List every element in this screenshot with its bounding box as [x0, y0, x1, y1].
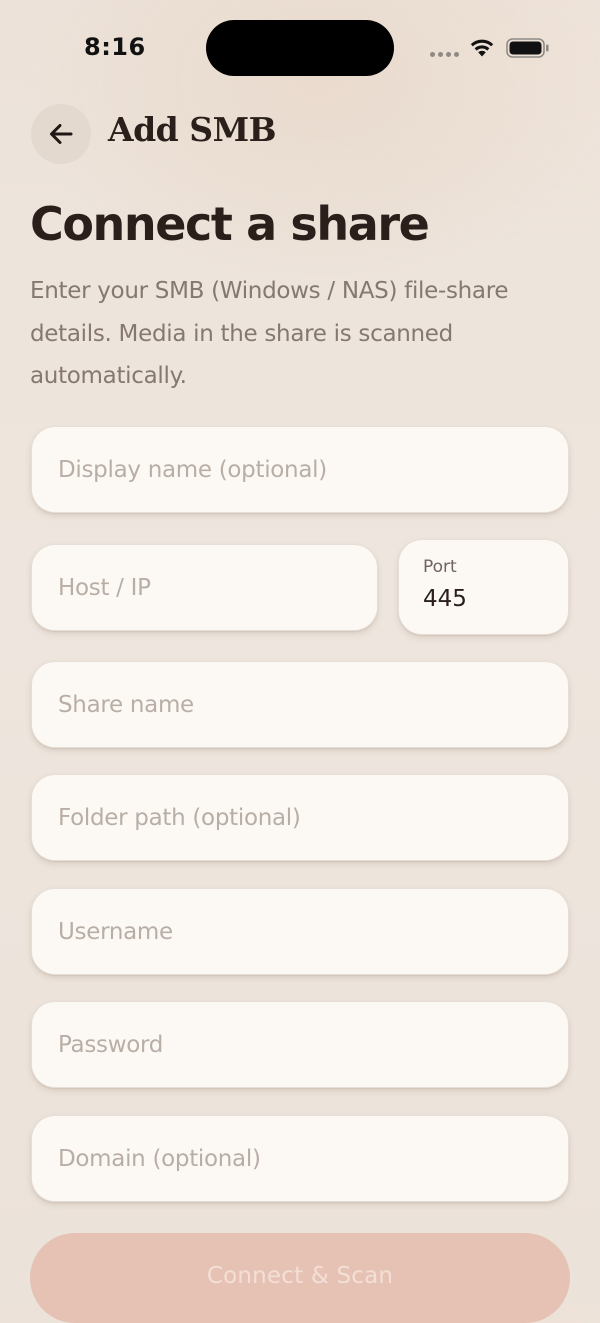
page-description: Enter your SMB (Windows / NAS) file-shar…	[30, 278, 509, 389]
domain-field[interactable]	[31, 1115, 569, 1202]
arrow-left-icon	[50, 124, 73, 144]
share-name-input[interactable]	[32, 662, 568, 747]
display-name-input[interactable]	[32, 427, 568, 512]
dynamic-island	[206, 20, 394, 76]
status-time: 8:16	[84, 33, 146, 61]
wifi-icon	[470, 39, 494, 57]
status-bar: 8:16	[0, 0, 600, 96]
host-field[interactable]	[31, 544, 378, 631]
folder-path-input[interactable]	[32, 775, 568, 860]
username-input[interactable]	[32, 889, 568, 974]
signal-dots-icon	[430, 52, 460, 58]
port-label: Port	[423, 557, 457, 577]
password-input[interactable]	[32, 1002, 568, 1087]
back-button[interactable]	[31, 104, 91, 164]
page-title: Connect a share	[30, 197, 430, 251]
battery-icon	[506, 38, 549, 58]
share-name-field[interactable]	[31, 661, 569, 748]
password-field[interactable]	[31, 1001, 569, 1088]
username-field[interactable]	[31, 888, 569, 975]
host-input[interactable]	[32, 545, 377, 630]
connect-scan-button[interactable]: Connect & Scan	[30, 1233, 570, 1323]
port-field[interactable]: Port 445	[398, 539, 569, 635]
connect-scan-label: Connect & Scan	[206, 1263, 394, 1289]
display-name-field[interactable]	[31, 426, 569, 513]
header-title: Add SMB	[108, 110, 277, 149]
folder-path-field[interactable]	[31, 774, 569, 861]
port-value[interactable]: 445	[423, 586, 467, 612]
domain-input[interactable]	[32, 1116, 568, 1201]
